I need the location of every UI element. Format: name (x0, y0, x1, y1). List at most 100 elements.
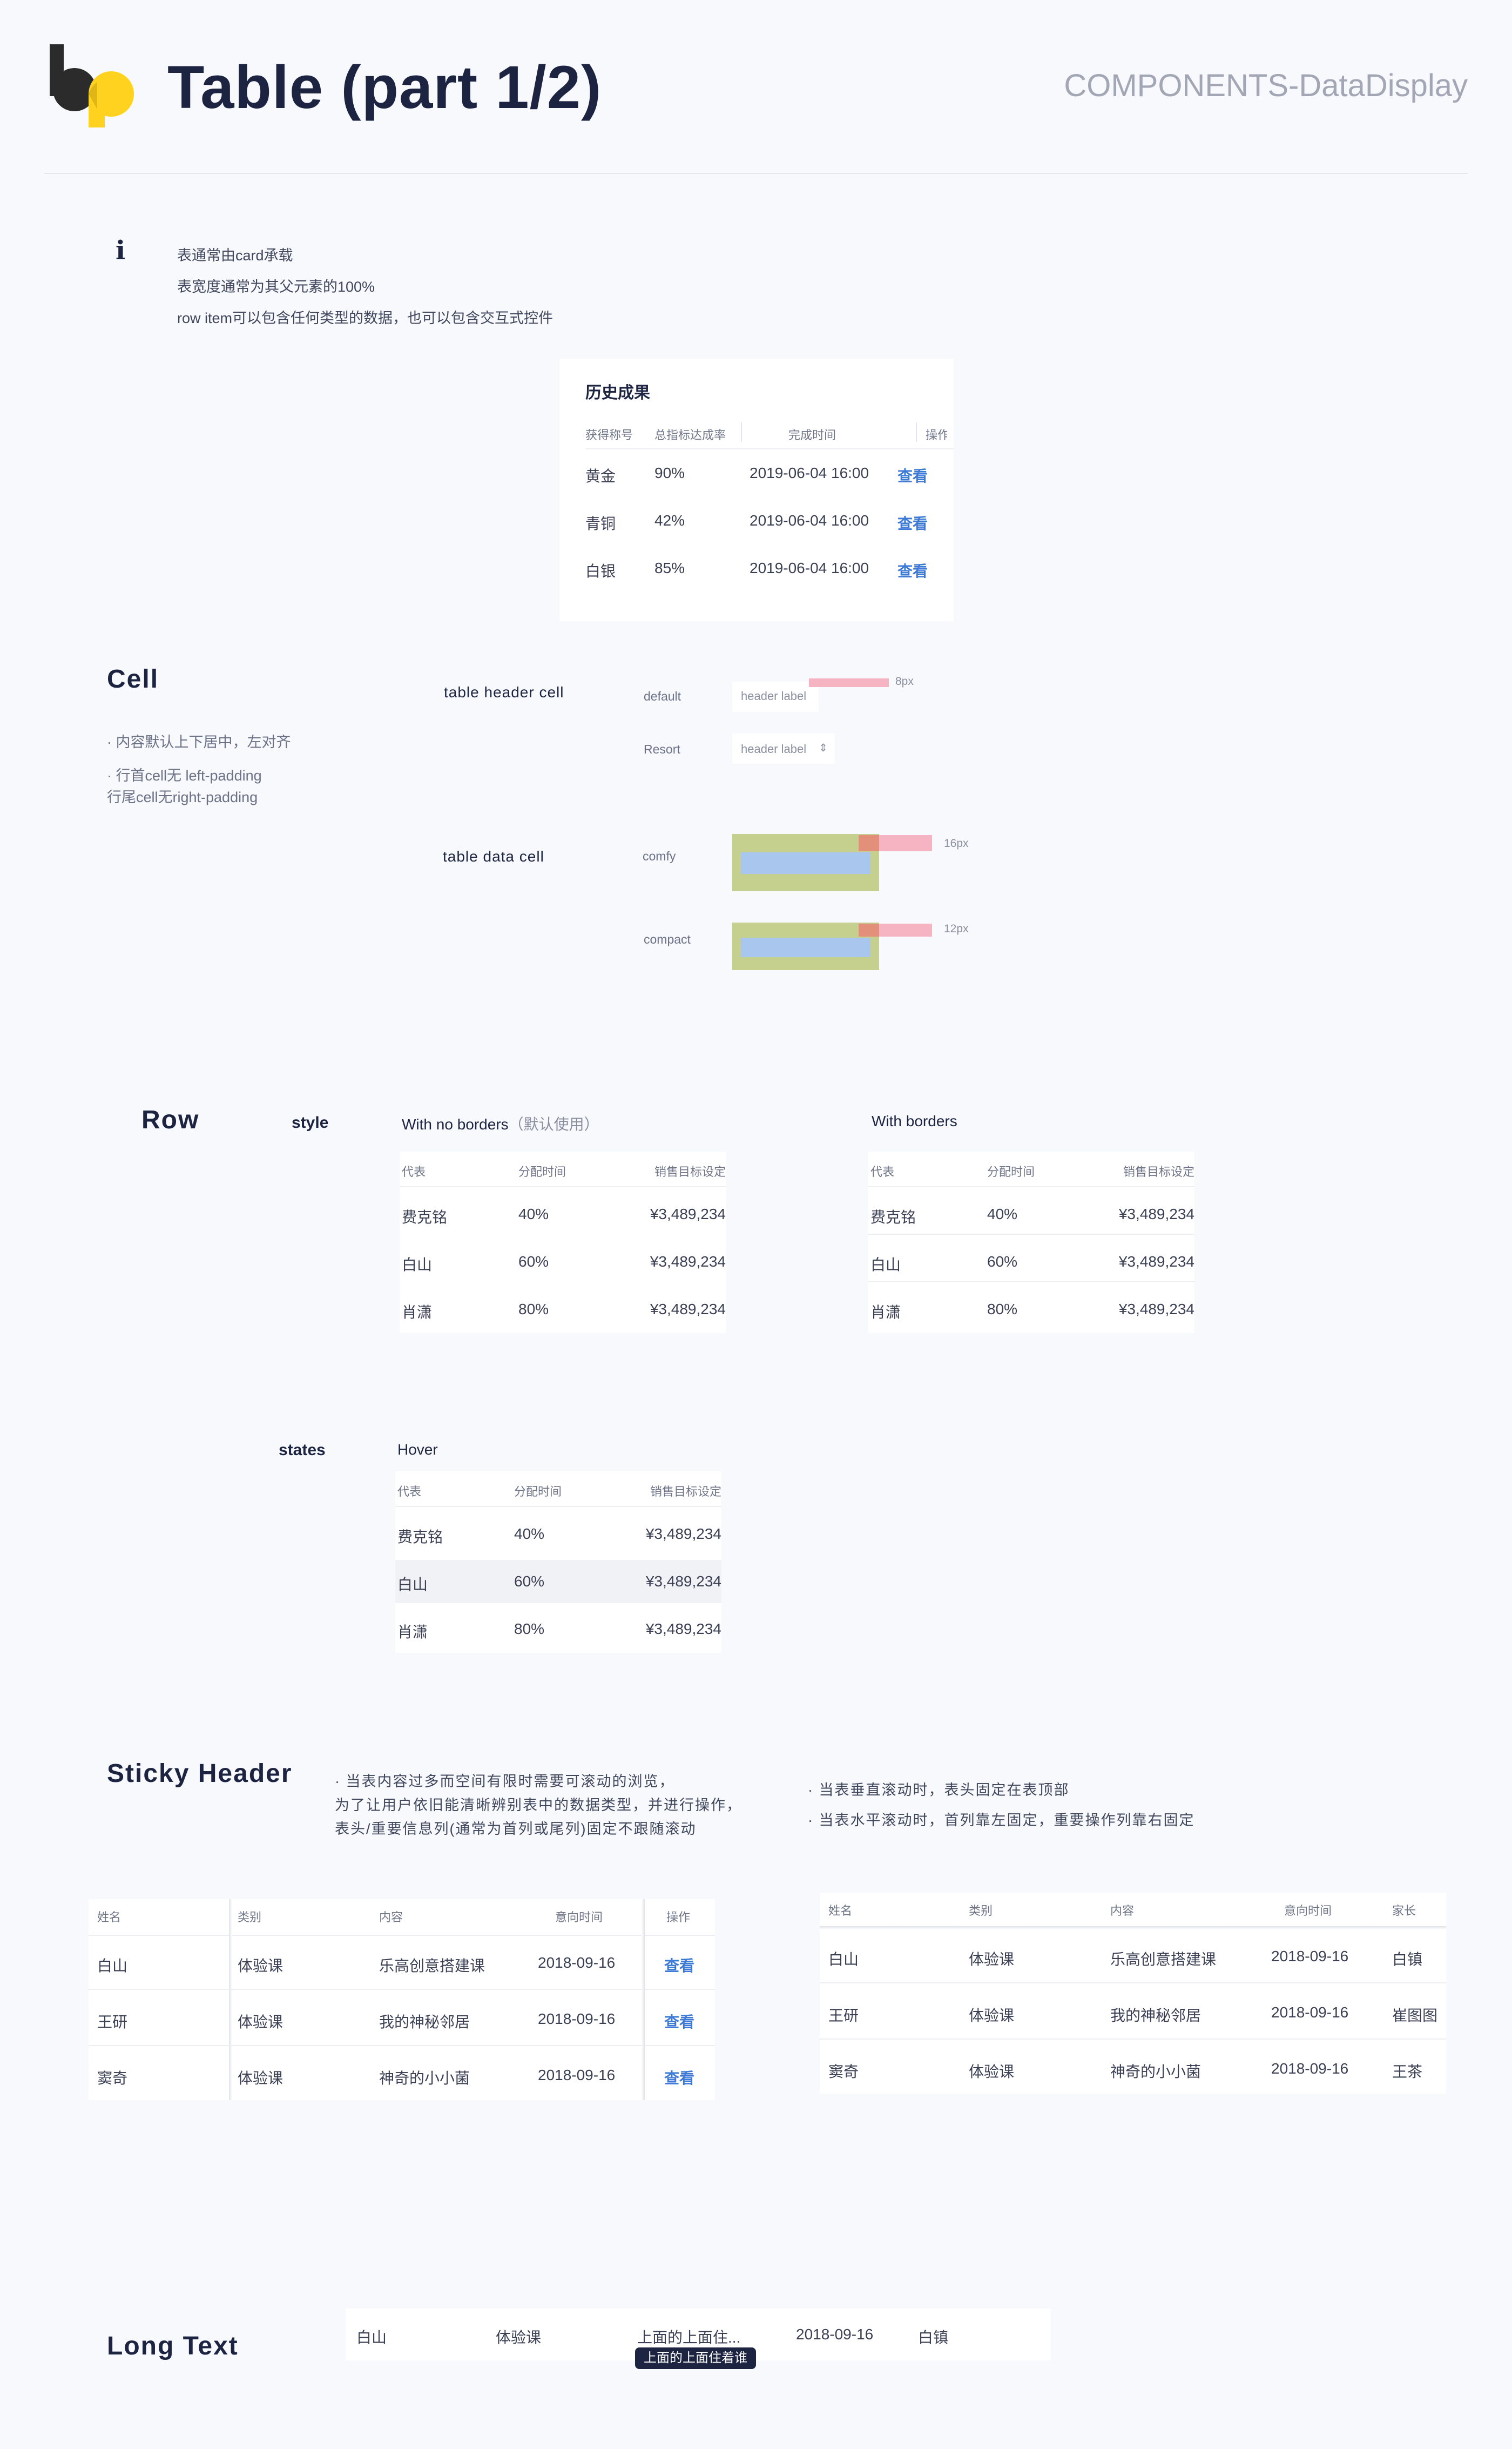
column-header: 操作 (666, 1910, 691, 1924)
table-cell: 费克铭 (870, 1209, 916, 1226)
table-cell: ¥3,489,234 (650, 1301, 726, 1317)
sticky-table-horizontal: 姓名 类别 内容 意向时间 操作 白山 体验课 乐高创意搭建课 2018-09-… (89, 1899, 715, 2100)
table-cell: 白山 (402, 1256, 433, 1273)
table-cell: 我的神秘邻居 (379, 2014, 470, 2030)
table-cell: 乐高创意搭建课 (1110, 1951, 1217, 1968)
table-cell: 体验课 (969, 2007, 1015, 2024)
example-col-rate: 总指标达成率 (654, 428, 726, 442)
table-cell: 60% (514, 1573, 545, 1590)
dim-label-8: 8px (895, 675, 914, 688)
column-header: 代表 (870, 1165, 895, 1179)
table-cell: 40% (987, 1206, 1018, 1222)
sticky-section-title: Sticky Header (107, 1759, 293, 1788)
view-link[interactable]: 查看 (897, 465, 928, 486)
header-line (89, 1935, 715, 1936)
table-cell: 费克铭 (402, 1209, 448, 1226)
header-divider (44, 173, 1468, 174)
sticky-desc-line: · 当表内容过多而空间有限时需要可滚动的浏览， (335, 1773, 675, 1789)
sticky-first-column-shadow (229, 1899, 232, 2100)
header-label-text: header label (741, 742, 807, 756)
view-link[interactable]: 查看 (897, 512, 928, 534)
table-cell: 40% (518, 1206, 549, 1222)
row-section-title: Row (141, 1106, 200, 1134)
hover-label: Hover (397, 1441, 438, 1458)
page-title: Table (part 1/2) (167, 53, 602, 121)
row-border (868, 1234, 1194, 1235)
header-label-text: header label (741, 689, 807, 703)
sticky-description: · 当表内容过多而空间有限时需要可滚动的浏览， 为了让用户依旧能清晰辨别表中的数… (335, 1770, 742, 1841)
states-label: states (279, 1441, 326, 1459)
column-header: 分配时间 (514, 1485, 562, 1498)
column-header: 代表 (397, 1485, 422, 1498)
default-note: （默认使用） (508, 1116, 599, 1133)
tooltip-text: 上面的上面住着谁 (644, 2351, 747, 2365)
view-link[interactable]: 查看 (664, 2010, 694, 2032)
table-cell: 白镇 (1392, 1951, 1423, 1968)
cell-note: · 内容默认上下居中，左对齐 (107, 734, 291, 750)
no-borders-heading: With no borders（默认使用） (402, 1113, 599, 1134)
column-header: 意向时间 (1284, 1904, 1332, 1918)
data-cell-label: table data cell (443, 848, 544, 865)
table-cell: 体验课 (238, 2014, 284, 2030)
column-header: 意向时间 (555, 1910, 603, 1924)
table-cell: ¥3,489,234 (1118, 1253, 1194, 1270)
table-cell: 2018-09-16 (796, 2326, 874, 2343)
column-header: 分配时间 (987, 1165, 1035, 1179)
table-cell: ¥3,489,234 (645, 1620, 721, 1637)
truncated-cell[interactable]: 上面的上面住... (637, 2326, 740, 2347)
info-icon: i (116, 236, 126, 266)
column-header: 类别 (238, 1910, 262, 1924)
table-cell: 费克铭 (397, 1529, 443, 1545)
table-cell: 肖潇 (870, 1304, 901, 1321)
table-cell: 白山 (828, 1951, 859, 1968)
table-cell: 肖潇 (402, 1304, 433, 1321)
sticky-table-vertical: 姓名 类别 内容 意向时间 家长 白山 体验课 乐高创意搭建课 2018-09-… (820, 1893, 1446, 2094)
table-cell: 肖潇 (397, 1624, 428, 1640)
column-header: 姓名 (97, 1910, 122, 1924)
table-cell: 体验课 (969, 1951, 1015, 1968)
example-col-separator (916, 422, 917, 442)
column-header: 销售目标设定 (650, 1485, 721, 1498)
table-cell: 80% (987, 1301, 1018, 1317)
sticky-header-shadow (820, 1926, 1446, 1929)
no-borders-label: With no borders (402, 1116, 509, 1133)
sort-icon[interactable]: ⇕ (819, 741, 828, 755)
table-cell: 60% (987, 1253, 1018, 1270)
view-link[interactable]: 查看 (664, 1954, 694, 1976)
view-link[interactable]: 查看 (664, 2067, 694, 2088)
spacing-overlap (859, 924, 879, 937)
dim-label-16: 16px (944, 837, 969, 850)
info-line: row item可以包含任何类型的数据，也可以包含交互式控件 (177, 310, 554, 326)
table-cell: 白山 (97, 1957, 128, 1974)
table-cell: 神奇的小小菌 (379, 2070, 470, 2087)
table-cell: 80% (518, 1301, 549, 1317)
sticky-last-column-shadow (642, 1899, 645, 2100)
header-line (395, 1506, 721, 1507)
view-link[interactable]: 查看 (897, 560, 928, 581)
sticky-notes: · 当表垂直滚动时，表头固定在表顶部 · 当表水平滚动时，首列靠左固定，重要操作… (808, 1775, 1195, 1835)
table-cell: 我的神秘邻居 (1110, 2007, 1202, 2024)
column-header: 家长 (1392, 1904, 1416, 1918)
tooltip: 上面的上面住着谁 (635, 2347, 756, 2369)
table-cell: 2018-09-16 (1271, 2060, 1349, 2077)
header-line (868, 1186, 1194, 1187)
compact-label: compact (644, 932, 691, 946)
sticky-desc-line: 表头/重要信息列(通常为首列或尾列)固定不跟随滚动 (335, 1821, 697, 1837)
example-col-separator (741, 422, 742, 442)
column-header: 分配时间 (518, 1165, 566, 1179)
table-cell: 窦奇 (828, 2063, 859, 2080)
borders-label: With borders (872, 1113, 957, 1129)
table-cell: 2018-09-16 (538, 2067, 616, 2083)
column-header: 销售目标设定 (1123, 1165, 1194, 1179)
example-col-action: 操作 (926, 428, 947, 442)
compact-cell-content (741, 938, 870, 957)
table-cell: ¥3,489,234 (1118, 1301, 1194, 1317)
table-cell: 白山 (356, 2329, 387, 2346)
comfy-label: comfy (643, 849, 676, 863)
table-with-borders: 代表 分配时间 销售目标设定 费克铭 40% ¥3,489,234 白山 60%… (868, 1152, 1194, 1333)
long-text-section-title: Long Text (107, 2332, 239, 2360)
spacing-overlap (859, 835, 879, 851)
info-line: 表通常由card承载 (177, 247, 293, 264)
sticky-desc-line: 为了让用户依旧能清晰辨别表中的数据类型，并进行操作， (335, 1797, 742, 1813)
table-cell: 2018-09-16 (538, 2010, 616, 2027)
